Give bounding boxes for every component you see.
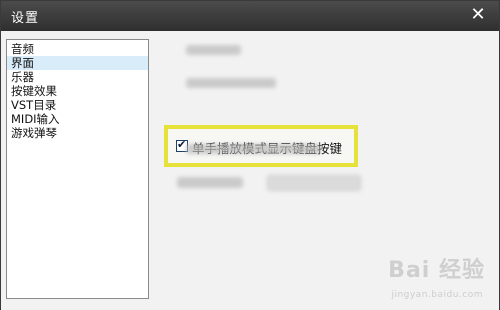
sidebar-item-key-effects[interactable]: 按键效果 [7, 84, 148, 98]
title-bar[interactable]: 设置 ✕ [1, 1, 499, 31]
settings-dialog: 设置 ✕ 音频 界面 乐器 按键效果 VST目录 MIDI输入 游戏弹琴 单手播… [0, 0, 500, 310]
blurred-dropdown[interactable] [267, 175, 361, 191]
sidebar-item-interface[interactable]: 界面 [7, 56, 148, 70]
sidebar-item-instrument[interactable]: 乐器 [7, 70, 148, 84]
sidebar-item-audio[interactable]: 音频 [7, 42, 148, 56]
blurred-option-3 [186, 144, 321, 154]
sidebar-item-game-piano[interactable]: 游戏弹琴 [7, 126, 148, 140]
sidebar-item-vst-directory[interactable]: VST目录 [7, 98, 148, 112]
blurred-option-1 [186, 45, 241, 55]
settings-category-list[interactable]: 音频 界面 乐器 按键效果 VST目录 MIDI输入 游戏弹琴 [6, 39, 149, 299]
close-icon[interactable]: ✕ [467, 4, 489, 26]
dialog-title: 设置 [11, 11, 40, 26]
blurred-option-2 [186, 78, 276, 88]
dialog-body: 音频 界面 乐器 按键效果 VST目录 MIDI输入 游戏弹琴 单手播放模式显示… [1, 31, 499, 310]
sidebar-item-midi-input[interactable]: MIDI输入 [7, 112, 148, 126]
watermark-url: jingyan.baidu.com [391, 290, 483, 300]
watermark-logo: Bai 经验 [388, 258, 485, 283]
blurred-label [177, 177, 243, 188]
